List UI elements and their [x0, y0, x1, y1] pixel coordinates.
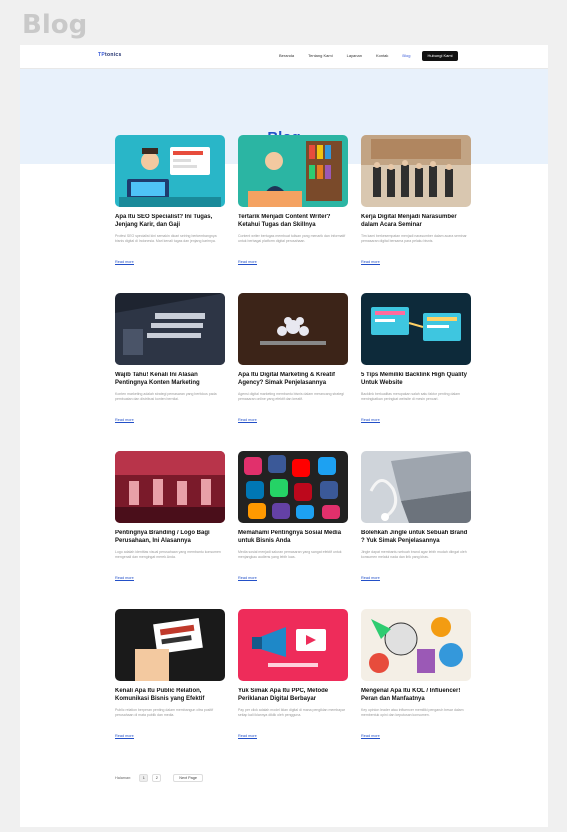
post-thumbnail[interactable]	[115, 135, 225, 207]
post-title[interactable]: Wajib Tahu! Kenali Ini Alasan Pentingnya…	[115, 372, 225, 388]
post-excerpt: Logo adalah identitas visual perusahaan …	[115, 550, 221, 559]
post-excerpt: Profesi SEO specialist kini semakin dica…	[115, 234, 217, 243]
post-title[interactable]: Apa Itu Digital Marketing & Kreatif Agen…	[238, 372, 348, 388]
post-excerpt: Jingle dapat membantu sebuah brand agar …	[361, 550, 467, 559]
logo-text: tonics	[105, 52, 122, 58]
read-more-link[interactable]: Read more	[115, 418, 134, 423]
post-excerpt: Media sosial menjadi saluran pemasaran y…	[238, 550, 342, 559]
read-more-link[interactable]: Read more	[115, 734, 134, 739]
menu-item-beranda[interactable]: Beranda	[279, 53, 294, 58]
post-title[interactable]: Memahami Pentingnya Sosial Media untuk B…	[238, 530, 348, 546]
post-card[interactable]: Bolehkah Jingle untuk Sebuah Brand ? Yuk…	[361, 451, 471, 601]
read-more-link[interactable]: Read more	[115, 260, 134, 265]
read-more-link[interactable]: Read more	[361, 260, 380, 265]
post-title[interactable]: Pentingnya Branding / Logo Bagi Perusaha…	[115, 530, 225, 546]
post-excerpt: Agensi digital marketing membantu bisnis…	[238, 392, 345, 401]
post-card[interactable]: Apa Itu SEO Specialist? Ini Tugas, Jenja…	[115, 135, 225, 285]
page-2-button[interactable]: 2	[152, 774, 162, 782]
read-more-link[interactable]: Read more	[361, 576, 380, 581]
contact-cta-button[interactable]: Hubungi Kami	[422, 51, 458, 61]
post-title[interactable]: Bolehkah Jingle untuk Sebuah Brand ? Yuk…	[361, 530, 471, 546]
post-card[interactable]: Yuk Simak Apa Itu PPC, Metode Periklanan…	[238, 609, 348, 759]
post-thumbnail[interactable]	[115, 293, 225, 365]
menu-item-layanan[interactable]: Layanan	[347, 53, 362, 58]
post-thumbnail[interactable]	[361, 451, 471, 523]
read-more-link[interactable]: Read more	[238, 576, 257, 581]
post-excerpt: Konten marketing adalah strategi pemasar…	[115, 392, 217, 401]
pagination-label: Halaman:	[115, 776, 132, 780]
logo-mark: TP	[98, 52, 105, 58]
main-menu: Beranda Tentang Kami Layanan Kontak Blog	[279, 53, 410, 58]
post-excerpt: Backlink berkualitas merupakan salah sat…	[361, 392, 461, 401]
read-more-link[interactable]: Read more	[238, 734, 257, 739]
post-thumbnail[interactable]	[361, 609, 471, 681]
post-card[interactable]: Kerja Digital Menjadi Narasumber dalam A…	[361, 135, 471, 285]
post-thumbnail[interactable]	[361, 135, 471, 207]
read-more-link[interactable]: Read more	[238, 418, 257, 423]
post-card[interactable]: Pentingnya Branding / Logo Bagi Perusaha…	[115, 451, 225, 601]
post-card[interactable]: Kenali Apa Itu Public Relation, Komunika…	[115, 609, 225, 759]
blog-page: TPtonics Beranda Tentang Kami Layanan Ko…	[20, 45, 548, 827]
menu-item-kontak[interactable]: Kontak	[376, 53, 388, 58]
read-more-link[interactable]: Read more	[238, 260, 257, 265]
post-thumbnail[interactable]	[361, 293, 471, 365]
post-thumbnail[interactable]	[115, 609, 225, 681]
post-thumbnail[interactable]	[238, 609, 348, 681]
post-excerpt: Public relation berperan penting dalam m…	[115, 708, 214, 717]
post-card[interactable]: 5 Tips Memiliki Backlink High Quality Un…	[361, 293, 471, 443]
post-excerpt: Content writer bertugas membuat tulisan …	[238, 234, 346, 243]
post-thumbnail[interactable]	[115, 451, 225, 523]
post-thumbnail[interactable]	[238, 293, 348, 365]
post-card[interactable]: Apa Itu Digital Marketing & Kreatif Agen…	[238, 293, 348, 443]
menu-item-blog[interactable]: Blog	[402, 53, 410, 58]
read-more-link[interactable]: Read more	[361, 418, 380, 423]
top-navbar: TPtonics Beranda Tentang Kami Layanan Ko…	[20, 45, 548, 69]
post-thumbnail[interactable]	[238, 135, 348, 207]
post-title[interactable]: Apa Itu SEO Specialist? Ini Tugas, Jenja…	[115, 214, 225, 230]
post-card[interactable]: Wajib Tahu! Kenali Ini Alasan Pentingnya…	[115, 293, 225, 443]
menu-item-tentang[interactable]: Tentang Kami	[308, 53, 332, 58]
post-title[interactable]: Tertarik Menjadi Content Writer? Ketahui…	[238, 214, 348, 230]
next-page-button[interactable]: Next Page	[173, 774, 203, 782]
post-excerpt: Tim kami berkesempatan menjadi narasumbe…	[361, 234, 467, 243]
read-more-link[interactable]: Read more	[361, 734, 380, 739]
frame-label: Blog	[22, 10, 88, 40]
post-card[interactable]: Tertarik Menjadi Content Writer? Ketahui…	[238, 135, 348, 285]
pagination: Halaman: 1 2 Next Page	[115, 774, 203, 782]
page-1-button[interactable]: 1	[139, 774, 149, 782]
post-thumbnail[interactable]	[238, 451, 348, 523]
post-title[interactable]: Yuk Simak Apa Itu PPC, Metode Periklanan…	[238, 688, 348, 704]
post-title[interactable]: 5 Tips Memiliki Backlink High Quality Un…	[361, 372, 471, 388]
post-title[interactable]: Kenali Apa Itu Public Relation, Komunika…	[115, 688, 225, 704]
post-excerpt: Pay per click adalah model iklan digital…	[238, 708, 346, 717]
site-logo[interactable]: TPtonics	[98, 52, 122, 58]
post-card[interactable]: Mengenal Apa Itu KOL / Influencer! Peran…	[361, 609, 471, 759]
read-more-link[interactable]: Read more	[115, 576, 134, 581]
post-excerpt: Key opinion leader atau influencer memil…	[361, 708, 464, 717]
post-title[interactable]: Kerja Digital Menjadi Narasumber dalam A…	[361, 214, 471, 230]
post-card[interactable]: Memahami Pentingnya Sosial Media untuk B…	[238, 451, 348, 601]
post-title[interactable]: Mengenal Apa Itu KOL / Influencer! Peran…	[361, 688, 471, 704]
